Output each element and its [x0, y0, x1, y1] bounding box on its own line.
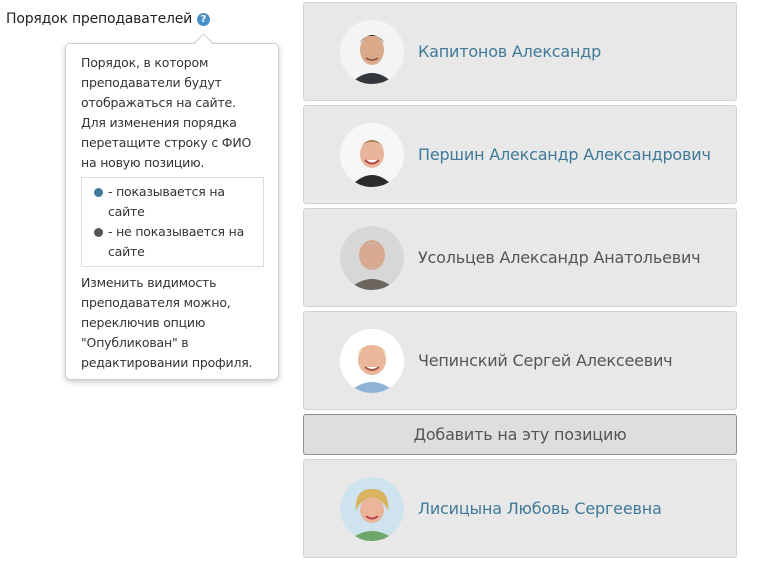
teacher-row[interactable]: Усольцев Александр Анатольевич: [303, 208, 737, 307]
avatar: [340, 19, 404, 84]
published-dot-icon: [94, 188, 103, 197]
legend-item-published: - показывается на сайте: [94, 182, 257, 222]
teacher-row[interactable]: Першин Александр Александрович: [303, 105, 737, 204]
tooltip-outro: Изменить видимость преподавателя можно, …: [81, 275, 253, 370]
teacher-row[interactable]: Лисицына Любовь Сергеевна: [303, 459, 737, 558]
question-circle-icon[interactable]: ?: [197, 13, 210, 26]
tooltip-intro: Порядок, в котором преподаватели будут о…: [81, 55, 252, 170]
legend-label: - показывается на сайте: [108, 184, 225, 219]
teacher-row[interactable]: Капитонов Александр: [303, 2, 737, 101]
teacher-order-list: Капитонов Александр Першин Александр Але…: [303, 2, 737, 562]
teacher-name: Лисицына Любовь Сергеевна: [418, 499, 662, 518]
help-tooltip: Порядок, в котором преподаватели будут о…: [65, 43, 279, 380]
avatar: [340, 476, 404, 541]
hidden-dot-icon: [94, 228, 103, 237]
avatar: [340, 225, 404, 290]
teacher-name: Капитонов Александр: [418, 42, 602, 61]
add-to-position-button[interactable]: Добавить на эту позицию: [303, 414, 737, 455]
visibility-legend: - показывается на сайте - не показываетс…: [81, 177, 264, 267]
avatar: [340, 328, 404, 393]
legend-item-hidden: - не показывается на сайте: [94, 222, 257, 262]
teacher-name: Усольцев Александр Анатольевич: [418, 248, 701, 267]
teacher-name: Чепинский Сергей Алексеевич: [418, 351, 673, 370]
legend-label: - не показывается на сайте: [108, 224, 245, 259]
teacher-row[interactable]: Чепинский Сергей Алексеевич: [303, 311, 737, 410]
teacher-name: Першин Александр Александрович: [418, 145, 711, 164]
avatar: [340, 122, 404, 187]
section-label: Порядок преподавателей: [6, 11, 193, 27]
